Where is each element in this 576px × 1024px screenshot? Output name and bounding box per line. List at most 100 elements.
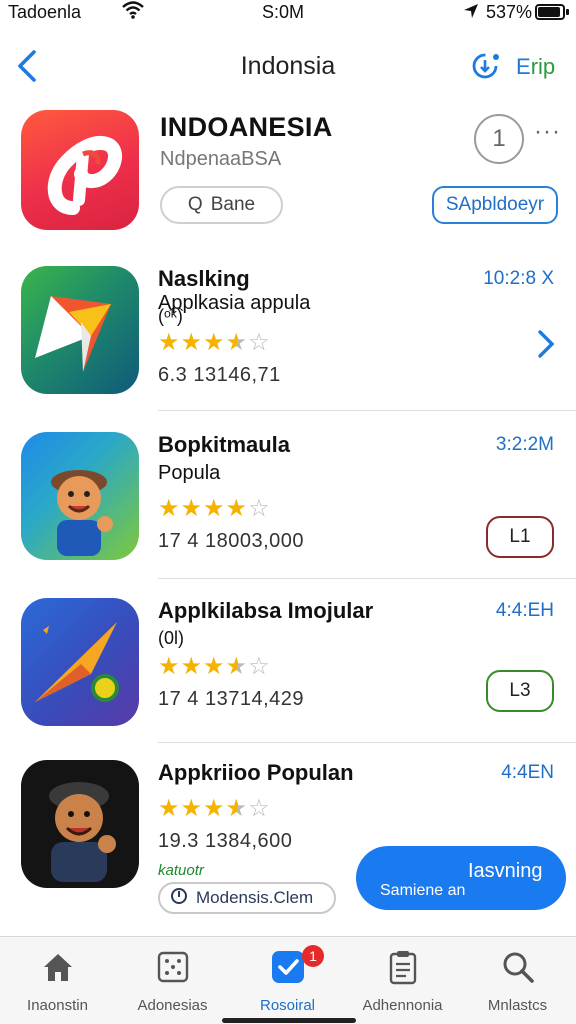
app-meta: 19.3 1384,600 bbox=[158, 830, 293, 852]
nav-bar: Indonsia Erip bbox=[0, 40, 576, 92]
star-empty-icon: ☆ bbox=[248, 653, 271, 680]
rating-stars: ★★★★☆ bbox=[158, 328, 271, 357]
promo-note: katuotr bbox=[158, 862, 204, 879]
tab-games[interactable]: Adonesias bbox=[115, 945, 230, 1019]
edit-label-part1: E bbox=[516, 54, 531, 79]
rating-stars: ★★★★☆ bbox=[158, 794, 271, 823]
star-full-icon: ★ bbox=[180, 653, 204, 680]
app-time: 10:2:8 X bbox=[483, 268, 554, 289]
star-half-icon: ★ bbox=[225, 329, 249, 356]
app-subtitle: Popula bbox=[158, 462, 221, 484]
install-label-line1: Iasvning bbox=[468, 860, 543, 882]
featured-app-name: INDOANESIA bbox=[160, 112, 333, 142]
app-meta: 17 4 18003,000 bbox=[158, 530, 305, 552]
star-full-icon: ★ bbox=[158, 495, 181, 522]
app-row-2[interactable]: Bopkitmaula Popula ★★★★☆ 17 4 18003,000 … bbox=[0, 432, 576, 600]
star-full-icon: ★ bbox=[203, 795, 226, 822]
star-full-icon: ★ bbox=[203, 495, 226, 522]
app-meta: 6.3 13146,71 bbox=[158, 364, 281, 386]
app-name: Applkilabsa Imojular bbox=[158, 598, 374, 623]
back-button[interactable] bbox=[14, 46, 42, 86]
app-time: 3:2:2M bbox=[495, 434, 554, 455]
tab-label: Adhennonia bbox=[362, 997, 443, 1014]
app-icon-3 bbox=[21, 598, 139, 726]
install-button[interactable]: Iasvning Samiene an bbox=[356, 846, 566, 910]
tab-apps[interactable]: 1 Rosoiral bbox=[230, 945, 345, 1019]
star-full-icon: ★ bbox=[180, 495, 204, 522]
developer-pill-label: Modensis.Clem bbox=[196, 888, 314, 907]
app-name: Bopkitmaula bbox=[158, 432, 291, 457]
clock: S:0M bbox=[262, 2, 305, 22]
app-meta: 17 4 13714,429 bbox=[158, 688, 305, 710]
tab-search[interactable]: Mnlastcs bbox=[460, 945, 575, 1019]
more-options-icon[interactable]: ··· bbox=[534, 118, 561, 146]
star-full-icon: ★ bbox=[158, 795, 181, 822]
star-full-icon: ★ bbox=[203, 653, 226, 680]
app-icon-2 bbox=[21, 432, 139, 560]
featured-app-subtitle: NdpenaaBSA bbox=[160, 148, 282, 170]
home-icon bbox=[40, 949, 76, 985]
battery-icon bbox=[535, 4, 569, 20]
app-action-button[interactable]: L1 bbox=[486, 516, 554, 558]
app-icon-4 bbox=[21, 760, 139, 888]
app-subtitle-2: (0l) bbox=[158, 628, 184, 648]
count-circle[interactable]: 1 bbox=[474, 114, 524, 164]
wifi-icon bbox=[122, 1, 144, 24]
star-empty-icon: ☆ bbox=[248, 329, 271, 356]
tab-label: Inaonstin bbox=[27, 997, 88, 1014]
location-arrow-icon bbox=[462, 2, 480, 25]
app-row-1[interactable]: Naslking Applkasia appula (ᵒ͡ᵏ) ★★★★☆ 6.… bbox=[0, 266, 576, 434]
star-full-icon: ★ bbox=[158, 329, 181, 356]
dice-icon bbox=[155, 949, 191, 985]
search-glyph: Q bbox=[187, 194, 203, 215]
row-divider bbox=[158, 578, 576, 579]
tab-label: Mnlastcs bbox=[487, 997, 548, 1014]
featured-search-pill[interactable]: Q Bane bbox=[160, 186, 283, 224]
share-icon[interactable] bbox=[470, 48, 504, 82]
star-full-icon: ★ bbox=[225, 495, 249, 522]
tab-label: Adonesias bbox=[137, 997, 208, 1014]
rating-stars: ★★★★☆ bbox=[158, 652, 271, 681]
featured-get-button[interactable]: SApbldoeyr bbox=[432, 186, 558, 224]
featured-app[interactable]: INDOANESIA NdpenaaBSA Q Bane 1 ··· SApbl… bbox=[0, 108, 576, 238]
tab-home[interactable]: Inaonstin bbox=[0, 945, 115, 1019]
star-full-icon: ★ bbox=[180, 329, 204, 356]
app-name: Appkriioo Populan bbox=[158, 760, 354, 785]
star-full-icon: ★ bbox=[180, 795, 204, 822]
search-pill-label: Bane bbox=[210, 194, 256, 215]
check-badge-icon bbox=[270, 949, 306, 985]
row-divider bbox=[158, 410, 576, 411]
carrier-label: Tadoenla bbox=[8, 2, 82, 22]
tab-bar: Inaonstin Adonesias 1 Rosoiral Adhennoni… bbox=[0, 936, 576, 1024]
notification-badge: 1 bbox=[302, 945, 324, 967]
app-icon-1 bbox=[21, 266, 139, 394]
install-label-line2: Samiene an bbox=[380, 882, 466, 899]
edit-label-part2: rip bbox=[530, 54, 556, 79]
app-time: 4:4:EH bbox=[495, 600, 554, 621]
star-empty-icon: ☆ bbox=[248, 795, 271, 822]
rating-stars: ★★★★☆ bbox=[158, 494, 271, 523]
tab-label: Rosoiral bbox=[259, 997, 316, 1014]
app-subtitle-2: (ᵒ͡ᵏ) bbox=[158, 306, 183, 326]
developer-pill[interactable]: Modensis.Clem bbox=[158, 882, 336, 914]
status-bar: Tadoenla S:0M 537% bbox=[0, 0, 576, 26]
developer-icon bbox=[170, 887, 188, 910]
star-half-icon: ★ bbox=[225, 795, 249, 822]
star-full-icon: ★ bbox=[203, 329, 226, 356]
search-icon bbox=[500, 949, 536, 985]
app-row-3[interactable]: Applkilabsa Imojular (0l) ★★★★☆ 17 4 137… bbox=[0, 598, 576, 766]
row-divider bbox=[158, 742, 576, 743]
battery-percent: 537% bbox=[486, 2, 533, 22]
app-name: Naslking bbox=[158, 266, 250, 291]
home-indicator bbox=[222, 1018, 356, 1023]
app-action-button[interactable]: L3 bbox=[486, 670, 554, 712]
chevron-right-icon[interactable] bbox=[534, 328, 556, 360]
tab-updates[interactable]: Adhennonia bbox=[345, 945, 460, 1019]
featured-app-icon bbox=[21, 110, 139, 230]
edit-button[interactable]: Erip bbox=[516, 54, 555, 80]
star-empty-icon: ☆ bbox=[248, 495, 271, 522]
clipboard-icon bbox=[385, 949, 421, 985]
star-half-icon: ★ bbox=[225, 653, 249, 680]
star-full-icon: ★ bbox=[158, 653, 181, 680]
app-time: 4:4EN bbox=[501, 762, 554, 783]
